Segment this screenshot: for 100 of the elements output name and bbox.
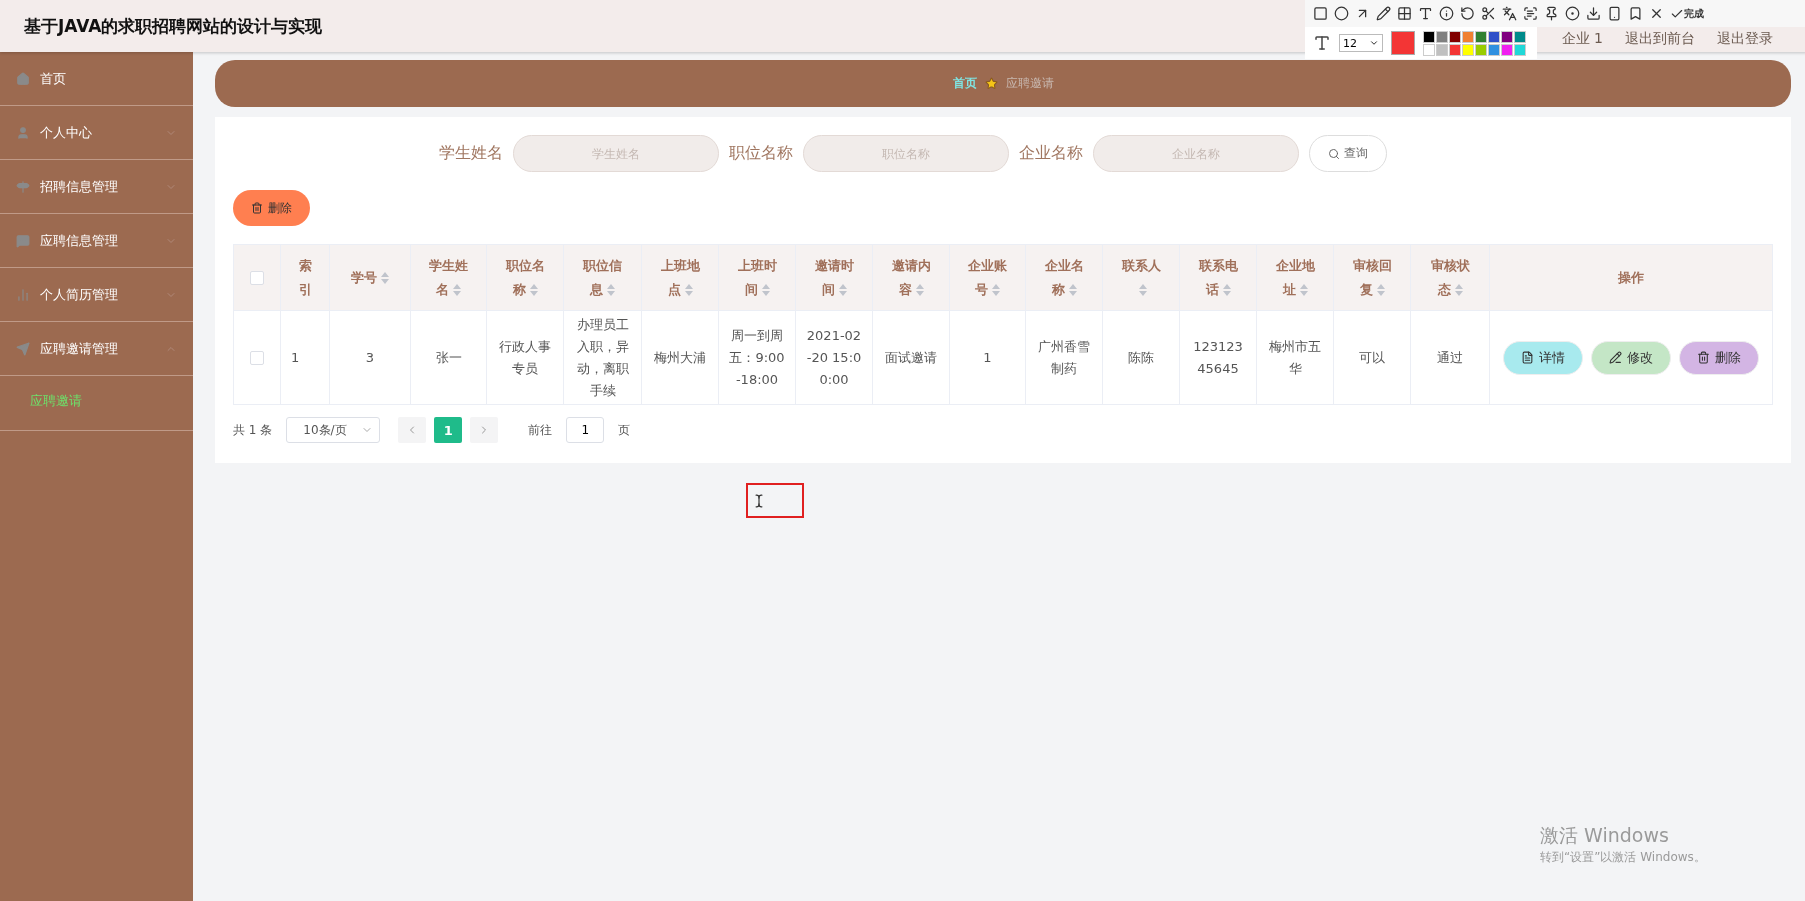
color-swatch[interactable] [1436, 43, 1448, 56]
table-cell: 行政人事专员 [486, 310, 564, 405]
page-size-select[interactable]: 10条/页 [286, 417, 381, 443]
download-icon[interactable] [1586, 6, 1601, 21]
goto-label: 前往 [528, 421, 553, 439]
column-header[interactable]: 联系人 [1102, 244, 1180, 311]
table-cell: 面试邀请 [872, 310, 950, 405]
menu-icon [16, 287, 30, 302]
color-swatch[interactable] [1514, 43, 1526, 56]
color-swatch[interactable] [1488, 30, 1500, 43]
search-button[interactable]: 查询 [1309, 135, 1387, 172]
rect-tool-icon[interactable] [1313, 6, 1328, 21]
table-cell: 1 [280, 310, 330, 405]
bookmark-icon[interactable] [1628, 6, 1643, 21]
table-cell: 通过 [1410, 310, 1490, 405]
font-size-select[interactable]: 12 [1339, 34, 1383, 52]
color-swatch[interactable] [1436, 30, 1448, 43]
color-swatch[interactable] [1462, 43, 1474, 56]
delete-button[interactable]: 删除 [1679, 340, 1759, 375]
selection-frame[interactable] [746, 483, 804, 518]
column-header[interactable]: 操作 [1489, 244, 1773, 311]
menu-icon [16, 71, 30, 86]
breadcrumb-item[interactable]: 首页 [952, 75, 977, 92]
column-header[interactable]: 审核状态 [1410, 244, 1490, 311]
sidebar-item[interactable]: 应聘信息管理 [0, 214, 193, 268]
color-swatch[interactable] [1462, 30, 1474, 43]
text-tool-icon[interactable] [1418, 6, 1433, 21]
page-input[interactable]: 1 [566, 417, 605, 443]
table-cell: 办理员工入职，异动，离职手续 [563, 310, 642, 405]
breadcrumb-item[interactable]: 应聘邀请 [1005, 75, 1054, 92]
color-swatch[interactable] [1423, 43, 1435, 56]
column-header[interactable]: 上班时间 [718, 244, 796, 311]
done-button[interactable]: 完成 [1670, 6, 1704, 21]
trash-icon [251, 202, 263, 214]
translate-icon[interactable] [1502, 6, 1517, 21]
field-label: 职位名称 [729, 143, 793, 164]
scissors-icon[interactable] [1481, 6, 1496, 21]
table-cell: 广州香雪制药 [1025, 310, 1103, 405]
color-swatch[interactable] [1449, 30, 1461, 43]
current-color-swatch[interactable] [1391, 31, 1415, 55]
column-header[interactable]: 职位信息 [563, 244, 642, 311]
header-link[interactable]: 退出登录 [1717, 30, 1773, 48]
column-header[interactable]: 邀请时间 [795, 244, 873, 311]
color-swatch[interactable] [1514, 30, 1526, 43]
undo-icon[interactable] [1460, 6, 1475, 21]
sidebar-item[interactable]: 个人中心 [0, 106, 193, 160]
column-header[interactable]: 企业名称 [1025, 244, 1103, 311]
pencil-icon [1609, 351, 1622, 364]
close-icon[interactable] [1649, 6, 1664, 21]
total-count: 共 1 条 [233, 421, 273, 439]
column-header[interactable]: 学号 [329, 244, 411, 311]
table-cell: 梅州大浦 [641, 310, 719, 405]
column-header[interactable]: 学生姓名 [410, 244, 487, 311]
column-header[interactable]: 职位名称 [486, 244, 564, 311]
submenu-item[interactable]: 应聘邀请 [30, 393, 82, 408]
sidebar-item[interactable]: 首页 [0, 52, 193, 106]
field-label: 学生姓名 [439, 143, 503, 164]
table-cell: 周一到周五：9:00-18:00 [718, 310, 796, 405]
color-swatch[interactable] [1501, 30, 1513, 43]
font-size-icon [1313, 34, 1331, 52]
sidebar-item[interactable]: 应聘邀请管理 [0, 322, 193, 376]
color-swatch[interactable] [1449, 43, 1461, 56]
field-label: 企业名称 [1019, 143, 1083, 164]
table-cell: 张一 [410, 310, 487, 405]
column-header[interactable]: 索引 [280, 244, 330, 311]
sidebar-item[interactable]: 招聘信息管理 [0, 160, 193, 214]
phone-icon[interactable] [1607, 6, 1622, 21]
checkbox[interactable] [250, 351, 264, 365]
column-header[interactable]: 邀请内容 [872, 244, 950, 311]
star-icon [984, 77, 998, 90]
color-swatch[interactable] [1423, 30, 1435, 43]
column-header[interactable]: 上班地点 [641, 244, 719, 311]
record-icon[interactable] [1565, 6, 1580, 21]
sidebar-item[interactable]: 个人简历管理 [0, 268, 193, 322]
circle-tool-icon[interactable] [1334, 6, 1349, 21]
document-icon [1521, 351, 1534, 364]
pencil-tool-icon[interactable] [1376, 6, 1391, 21]
menu-icon [16, 125, 30, 140]
table-cell: 陈陈 [1102, 310, 1180, 405]
trash-icon [1697, 351, 1710, 364]
column-header[interactable]: 联系电话 [1179, 244, 1257, 311]
delete-button[interactable]: 删除 [233, 190, 310, 226]
color-swatch[interactable] [1501, 43, 1513, 56]
header-link[interactable]: 企业 1 [1561, 30, 1603, 48]
color-swatch[interactable] [1488, 43, 1500, 56]
column-header[interactable]: 企业地址 [1256, 244, 1334, 311]
column-header[interactable]: 企业账号 [949, 244, 1026, 311]
menu-icon [16, 341, 30, 356]
color-swatch[interactable] [1475, 30, 1487, 43]
color-swatch[interactable] [1475, 43, 1487, 56]
edit-button[interactable]: 修改 [1591, 340, 1671, 375]
page-button[interactable]: 1 [434, 417, 463, 443]
scan-text-icon[interactable] [1523, 6, 1538, 21]
header-link[interactable]: 退出到前台 [1625, 30, 1695, 48]
column-header[interactable]: 审核回复 [1333, 244, 1411, 311]
menu-icon [16, 233, 30, 248]
checkbox[interactable] [250, 271, 264, 285]
pin-icon[interactable] [1544, 6, 1559, 21]
site-title: 基于JAVA的求职招聘网站的设计与实现 [24, 14, 323, 38]
detail-button[interactable]: 详情 [1503, 340, 1583, 375]
